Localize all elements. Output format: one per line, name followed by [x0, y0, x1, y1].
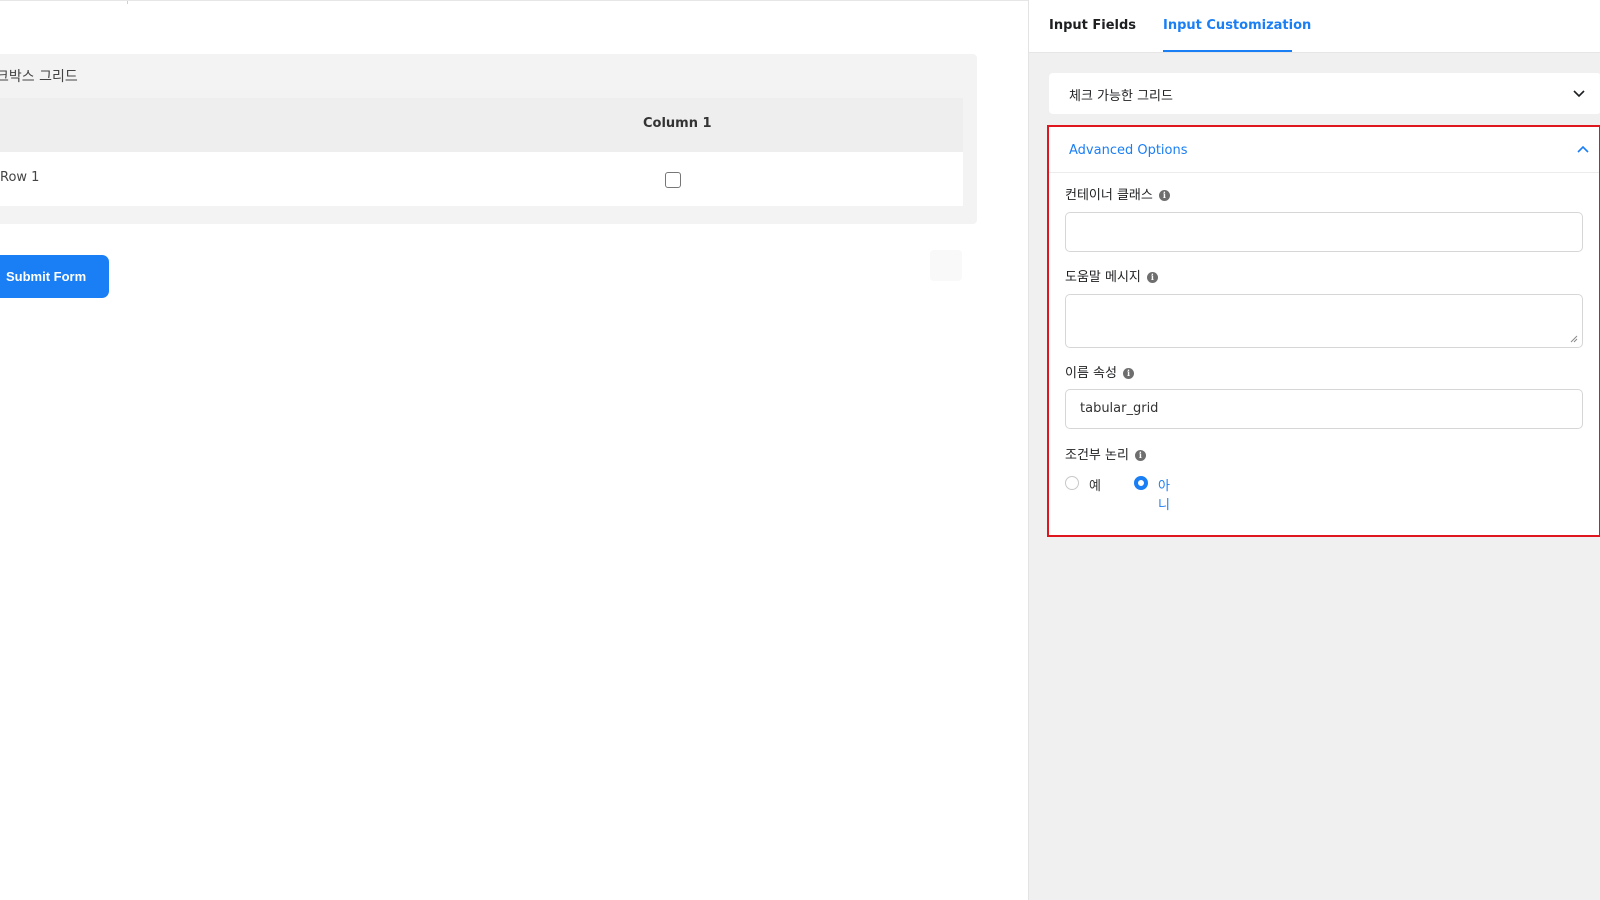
- help-message-textarea[interactable]: [1065, 294, 1583, 348]
- advanced-options-header[interactable]: Advanced Options: [1049, 127, 1599, 173]
- help-message-label: 도움말 메시지 i: [1065, 266, 1158, 285]
- grid-table: Column 1 Row 1: [0, 98, 963, 206]
- radio-no[interactable]: [1134, 476, 1148, 490]
- row-label: Row 1: [0, 170, 40, 185]
- container-class-label: 컨테이너 클래스 i: [1065, 184, 1170, 203]
- tab-input-fields[interactable]: Input Fields: [1049, 18, 1136, 33]
- info-icon[interactable]: i: [1158, 190, 1170, 201]
- form-editor-canvas: 크박스 그리드 Column 1 Row 1 Submit Form: [0, 0, 1028, 900]
- radio-yes[interactable]: [1065, 476, 1079, 490]
- chevron-down-icon: [1573, 90, 1585, 98]
- info-icon[interactable]: i: [1122, 368, 1134, 379]
- name-attribute-input[interactable]: tabular_grid: [1065, 389, 1583, 429]
- checkbox-grid-field[interactable]: 크박스 그리드 Column 1 Row 1: [0, 54, 977, 224]
- advanced-options-section: Advanced Options 컨테이너 클래스 i 도움말 메시지 i 이름 속…: [1047, 125, 1600, 537]
- advanced-options-title: Advanced Options: [1069, 143, 1188, 158]
- tab-input-customization[interactable]: Input Customization: [1163, 18, 1311, 33]
- info-icon[interactable]: i: [1146, 272, 1158, 283]
- active-tab-indicator: [1163, 50, 1292, 52]
- resize-handle-icon[interactable]: [1570, 335, 1578, 343]
- conditional-logic-label: 조건부 논리 i: [1065, 444, 1146, 463]
- grid-checkbox[interactable]: [665, 172, 681, 188]
- divider: [127, 1, 128, 4]
- panel-tabs: Input Fields Input Customization: [1029, 0, 1600, 53]
- radio-no-label[interactable]: 아니: [1158, 475, 1170, 513]
- column-header: Column 1: [643, 116, 712, 131]
- container-class-input[interactable]: [1065, 212, 1583, 252]
- name-attribute-label: 이름 속성 i: [1065, 362, 1134, 381]
- grid-header-row: Column 1: [0, 98, 963, 152]
- chevron-up-icon: [1577, 145, 1589, 153]
- table-row: Row 1: [0, 152, 963, 206]
- submit-form-button[interactable]: Submit Form: [0, 255, 109, 298]
- field-type-accordion[interactable]: 체크 가능한 그리드: [1049, 73, 1600, 114]
- info-icon[interactable]: i: [1134, 450, 1146, 461]
- settings-panel: Input Fields Input Customization 체크 가능한 …: [1028, 0, 1600, 900]
- field-title: 크박스 그리드: [0, 69, 78, 85]
- field-type-label: 체크 가능한 그리드: [1069, 89, 1173, 104]
- radio-yes-label[interactable]: 예: [1089, 475, 1101, 494]
- field-action-placeholder: [930, 250, 962, 281]
